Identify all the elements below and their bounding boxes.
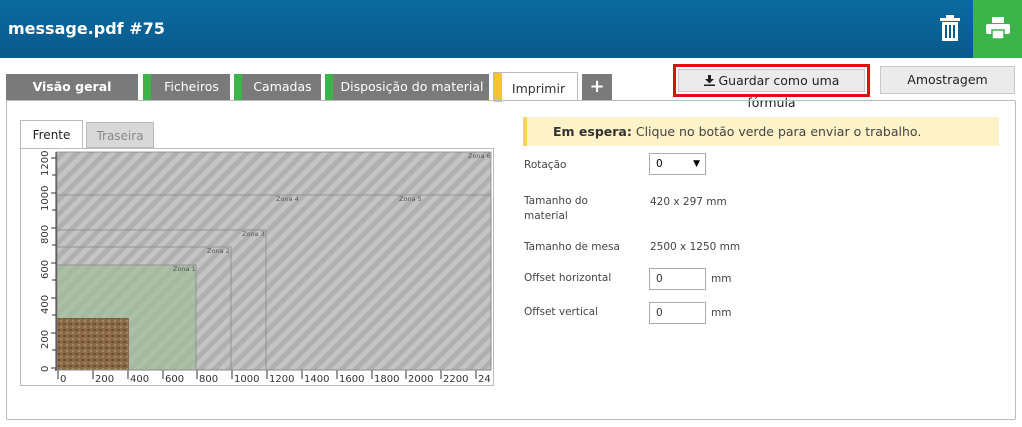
zone-label: Zona 5 xyxy=(399,195,422,203)
status-label: Em espera: xyxy=(553,124,632,139)
material-size-label: Tamanho do material xyxy=(524,195,588,222)
y-tick-label: 600 xyxy=(40,260,51,279)
offset-vertical-input[interactable]: 0 xyxy=(649,302,706,324)
job-image[interactable] xyxy=(57,318,129,370)
x-tick-label: 200 xyxy=(95,374,114,385)
offset-horizontal-label: Offset horizontal xyxy=(524,272,612,284)
x-tick-label: 2000 xyxy=(408,374,433,385)
printer-icon xyxy=(986,17,1010,39)
x-tick-label: 1400 xyxy=(304,374,329,385)
x-tick-label: 1800 xyxy=(374,374,399,385)
x-tick-label: 800 xyxy=(199,374,218,385)
y-tick-label: 0 xyxy=(40,366,51,372)
status-notice: Em espera: Clique no botão verde para en… xyxy=(523,117,999,146)
add-tab-button[interactable]: + xyxy=(582,74,612,100)
sampling-button[interactable]: Amostragem xyxy=(880,66,1015,94)
save-formula-button[interactable]: Guardar como uma fórmula xyxy=(678,69,865,110)
status-message: Clique no botão verde para enviar o trab… xyxy=(635,124,922,139)
material-size-value: 420 x 297 mm xyxy=(650,196,727,208)
rotation-select[interactable]: 0 ▼ xyxy=(649,153,706,175)
zone-label: Zona 4 xyxy=(276,195,299,203)
offset-vertical-unit: mm xyxy=(711,307,732,319)
download-icon xyxy=(703,75,715,86)
print-button[interactable] xyxy=(973,0,1022,58)
table-layout-canvas: Zona 1 Zona 2 Zona 3 Zona 4 Zona 5 Zona … xyxy=(21,149,493,385)
x-tick-label: 1000 xyxy=(234,374,259,385)
x-tick-label: 2200 xyxy=(443,374,468,385)
plus-icon: + xyxy=(589,76,605,97)
app-header: message.pdf #75 xyxy=(0,0,1022,58)
y-tick-label: 200 xyxy=(40,330,51,349)
y-ruler xyxy=(21,149,57,385)
offset-horizontal-unit: mm xyxy=(711,273,732,285)
table-size-value: 2500 x 1250 mm xyxy=(650,241,741,253)
tab-front[interactable]: Frente xyxy=(20,120,83,148)
x-tick-label: 1600 xyxy=(339,374,364,385)
zone-label: Zona 1 xyxy=(173,265,196,273)
zone-label: Zona 6 xyxy=(468,152,491,160)
offset-horizontal-input[interactable]: 0 xyxy=(649,268,706,290)
tab-material-layout[interactable]: Disposição do material xyxy=(325,74,489,100)
x-tick-label: 24 xyxy=(478,374,491,385)
tab-print[interactable]: Imprimir xyxy=(493,72,578,102)
table-preview: Zona 1 Zona 2 Zona 3 Zona 4 Zona 5 Zona … xyxy=(20,148,494,386)
y-tick-label: 1200 xyxy=(40,151,51,176)
tab-files[interactable]: Ficheiros xyxy=(143,74,230,100)
save-formula-button-highlight: Guardar como uma fórmula xyxy=(673,64,870,110)
offset-vertical-label: Offset vertical xyxy=(524,306,599,318)
zone-label: Zona 3 xyxy=(242,230,265,238)
zone-label: Zona 2 xyxy=(207,247,230,255)
x-tick-label: 400 xyxy=(130,374,149,385)
rotation-label: Rotação xyxy=(524,159,567,171)
y-tick-label: 1000 xyxy=(40,186,51,211)
tab-overview[interactable]: Visão geral xyxy=(6,74,138,100)
x-tick-label: 600 xyxy=(165,374,184,385)
chevron-down-icon: ▼ xyxy=(693,159,700,169)
x-tick-label: 0 xyxy=(60,374,66,385)
table-size-label: Tamanho de mesa xyxy=(524,241,620,253)
y-tick-label: 800 xyxy=(40,225,51,244)
x-tick-label: 1200 xyxy=(269,374,294,385)
tab-back[interactable]: Traseira xyxy=(86,122,154,148)
tab-layers[interactable]: Camadas xyxy=(234,74,321,100)
document-title: message.pdf #75 xyxy=(8,19,165,38)
trash-icon[interactable] xyxy=(938,14,962,42)
y-tick-label: 400 xyxy=(40,295,51,314)
